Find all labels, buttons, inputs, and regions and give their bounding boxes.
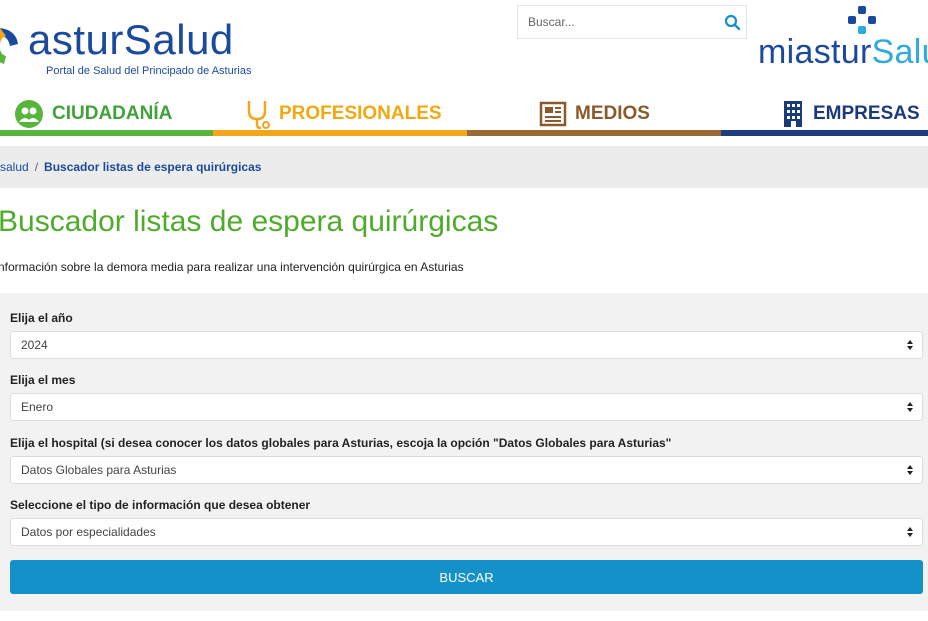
nav-item-profesionales[interactable]: PROFESIONALES <box>213 92 467 136</box>
page-title: Buscador listas de espera quirúrgicas <box>0 205 499 238</box>
info-type-value: Datos por especialidades <box>21 525 156 539</box>
breadcrumb: salud / Buscador listas de espera quirúrgi… <box>0 146 928 188</box>
select-arrows-icon <box>906 332 914 369</box>
astursalud-logo-icon <box>0 28 18 64</box>
select-arrows-icon <box>906 394 914 431</box>
main-nav: CIUDADANÍA PROFESIONALES MEDIOS EMPRESAS <box>0 92 928 136</box>
year-label: Elija el año <box>10 311 73 325</box>
info-type-label: Seleccione el tipo de información que de… <box>10 498 311 512</box>
site-header: asturSalud Portal de Salud del Principad… <box>0 0 928 90</box>
nav-item-ciudadania[interactable]: CIUDADANÍA <box>0 92 213 136</box>
buscar-button[interactable]: BUSCAR <box>10 560 923 594</box>
breadcrumb-current[interactable]: Buscador listas de espera quirúrgicas <box>44 160 261 174</box>
nav-item-label: EMPRESAS <box>813 103 920 124</box>
year-select[interactable]: 2024 <box>10 331 923 359</box>
select-arrows-icon <box>906 457 914 494</box>
miastursalud-text: miasturSalud <box>758 32 928 72</box>
nav-item-label: CIUDADANÍA <box>52 103 173 124</box>
mia-suffix: Salud <box>871 33 928 71</box>
people-icon <box>15 100 43 128</box>
year-value: 2024 <box>21 338 48 352</box>
hospital-value: Datos Globales para Asturias <box>21 463 177 477</box>
hospital-label: Elija el hospital (si desea conocer los … <box>10 436 672 450</box>
nav-bar-green <box>0 130 213 136</box>
select-arrows-icon <box>906 519 914 556</box>
search-box <box>517 5 747 39</box>
page-intro: nformación sobre la demora media para re… <box>0 260 464 274</box>
month-label: Elija el mes <box>10 373 76 387</box>
nav-bar-navy <box>721 130 928 136</box>
nav-bar-orange <box>213 130 467 136</box>
info-type-select[interactable]: Datos por especialidades <box>10 518 923 546</box>
nav-item-medios[interactable]: MEDIOS <box>467 92 721 136</box>
stethoscope-icon <box>247 101 270 129</box>
breadcrumb-separator: / <box>34 160 39 174</box>
search-input[interactable] <box>518 6 738 38</box>
mia-brand: astur <box>794 33 872 71</box>
hospital-select[interactable]: Datos Globales para Asturias <box>10 456 923 484</box>
newspaper-icon <box>539 101 567 127</box>
nav-bar-brown <box>467 130 721 136</box>
miastursalud-logo[interactable]: miasturSalud <box>758 6 928 72</box>
nav-item-label: MEDIOS <box>575 103 650 124</box>
logo-subtitle: Portal de Salud del Principado de Asturi… <box>46 65 252 77</box>
month-select[interactable]: Enero <box>10 393 923 421</box>
mia-prefix: mi <box>758 33 795 71</box>
nav-item-empresas[interactable]: EMPRESAS <box>721 92 928 136</box>
asturSalud-logo[interactable]: asturSalud Portal de Salud del Principad… <box>0 8 266 77</box>
search-form: Elija el año 2024 Elija el mes Enero Eli… <box>0 293 928 611</box>
search-icon[interactable] <box>722 12 744 34</box>
nav-item-label: PROFESIONALES <box>279 103 442 124</box>
logo-text: asturSalud <box>28 16 234 63</box>
month-value: Enero <box>21 400 54 414</box>
breadcrumb-home[interactable]: salud <box>0 160 29 174</box>
building-icon <box>784 101 802 127</box>
